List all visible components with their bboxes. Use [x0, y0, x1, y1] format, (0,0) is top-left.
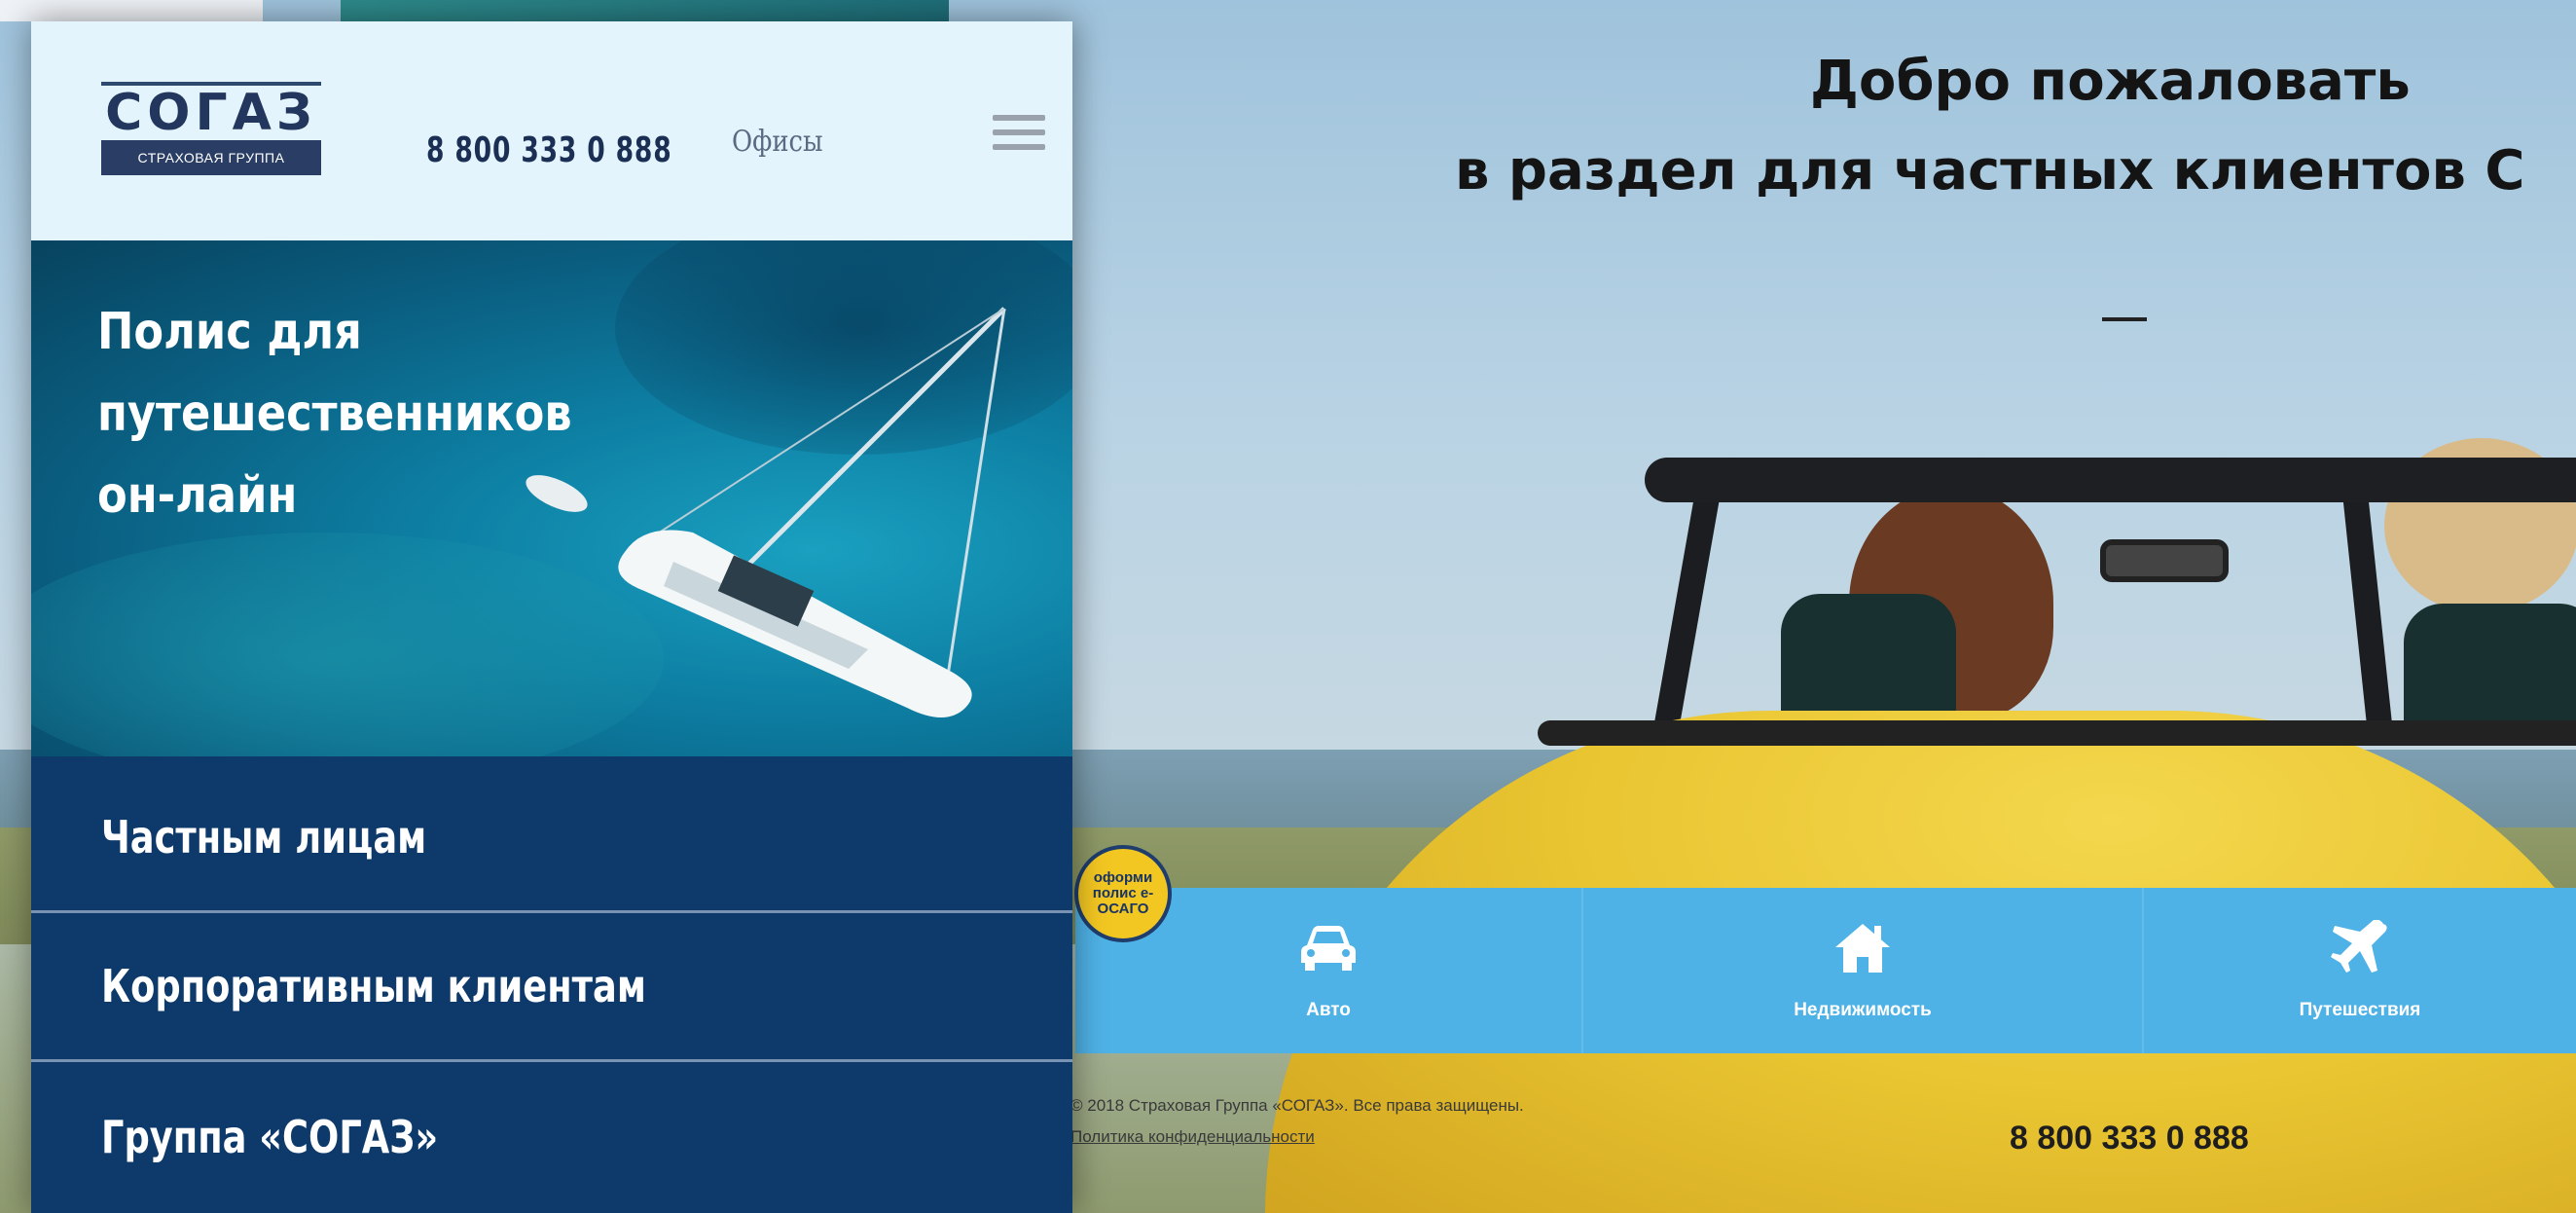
banner-title-line2: он-лайн	[97, 466, 298, 525]
nav-item-private-clients[interactable]: Частным лицам	[31, 764, 1072, 913]
category-travel[interactable]: Путешествия	[2144, 888, 2576, 1053]
osago-badge-label: оформи полис е-ОСАГО	[1092, 869, 1154, 917]
sogaz-logo[interactable]: СОГАЗ СТРАХОВАЯ ГРУППА	[101, 82, 321, 191]
hero-title: Добро пожаловать в раздел для частных кл…	[1455, 37, 2576, 216]
hero-photo-car-trim	[1538, 720, 2576, 746]
logo-tagline: СТРАХОВАЯ ГРУППА	[101, 140, 321, 175]
background-photo-strip	[341, 0, 949, 21]
nav-item-label: Группа «СОГАЗ»	[101, 1110, 439, 1163]
nav-item-corporate-clients[interactable]: Корпоративным клиентам	[31, 913, 1072, 1062]
car-icon	[1301, 926, 1356, 971]
footer-copyright: © 2018 Страховая Группа «СОГАЗ». Все пра…	[1070, 1096, 1524, 1115]
nav-item-label: Корпоративным клиентам	[101, 960, 646, 1012]
category-property[interactable]: Недвижимость	[1583, 888, 2144, 1053]
house-icon	[1835, 924, 1890, 973]
hero-title-line2: в раздел для частных клиентов С	[1455, 139, 2525, 202]
hamburger-menu-icon[interactable]	[993, 115, 1045, 156]
mobile-nav: Частным лицам Корпоративным клиентам Гру…	[31, 764, 1072, 1211]
category-property-label: Недвижимость	[1794, 1000, 1932, 1020]
logo-name: СОГАЗ	[105, 84, 317, 142]
nav-item-sogaz-group[interactable]: Группа «СОГАЗ»	[31, 1062, 1072, 1211]
footer-privacy-policy-link[interactable]: Политика конфиденциальности	[1070, 1127, 1315, 1147]
nav-item-label: Частным лицам	[101, 811, 427, 864]
hero-divider	[2102, 317, 2147, 321]
osago-badge[interactable]: оформи полис е-ОСАГО	[1074, 845, 1172, 942]
category-travel-label: Путешествия	[2299, 1000, 2421, 1020]
banner-title: Полис для путешественников он-лайн	[97, 291, 851, 536]
offices-link[interactable]: Офисы	[732, 125, 823, 159]
hero-title-line1: Добро пожаловать	[1810, 50, 2411, 113]
background-window-edge	[0, 0, 263, 21]
hero-photo-car-rollbar	[1645, 458, 2576, 502]
banner-title-line1: Полис для путешественников	[97, 303, 572, 443]
travel-banner[interactable]: Полис для путешественников он-лайн	[31, 240, 1072, 756]
hero-photo-seat-right	[2404, 604, 2576, 740]
hero-photo-car-pillar	[1651, 486, 1722, 741]
footer-phone[interactable]: 8 800 333 0 888	[2010, 1120, 2249, 1158]
hero-photo-car-mirror	[2100, 539, 2229, 582]
mobile-site-view: СОГАЗ СТРАХОВАЯ ГРУППА 8 800 333 0 888 О…	[31, 21, 1072, 1213]
mobile-header: СОГАЗ СТРАХОВАЯ ГРУППА 8 800 333 0 888 О…	[31, 21, 1072, 240]
category-bar: Авто Недвижимость Путешествия	[1075, 888, 2576, 1053]
category-auto-label: Авто	[1306, 1000, 1351, 1020]
header-phone[interactable]: 8 800 333 0 888	[426, 130, 672, 170]
airplane-icon	[2331, 920, 2387, 973]
